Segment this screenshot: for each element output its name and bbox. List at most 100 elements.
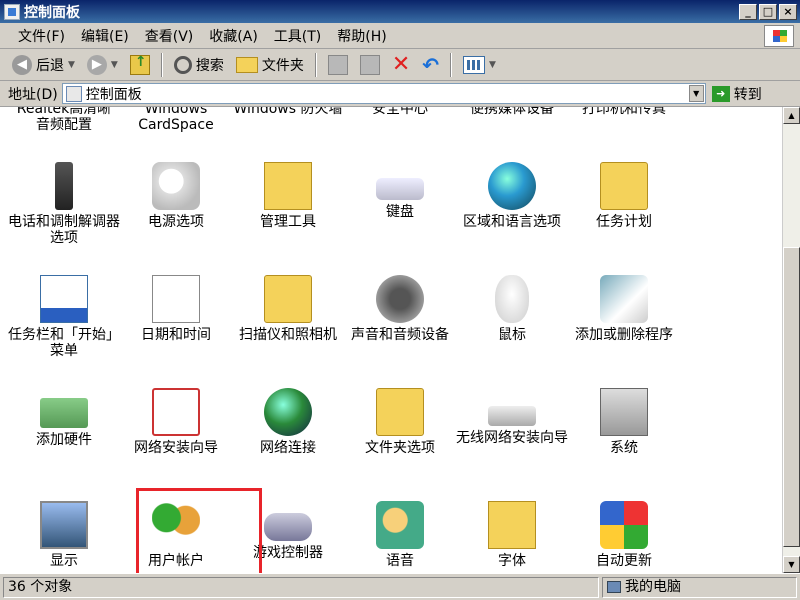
goto-button[interactable]: ➜ 转到 — [711, 84, 762, 104]
forward-dropdown-icon[interactable]: ▼ — [111, 60, 118, 70]
item-label: 无线网络安装向导 — [456, 430, 568, 446]
list-item-phone-modem[interactable]: 电话和调制解调器选项 — [8, 162, 120, 246]
add-remove-programs-icon — [600, 275, 648, 323]
list-item-security-center[interactable]: 安全中心 — [344, 107, 456, 117]
list-item-keyboard[interactable]: 键盘 — [344, 162, 456, 220]
delete-button[interactable]: ✕ — [388, 52, 414, 78]
item-label: 鼠标 — [498, 327, 526, 343]
network-wizard-icon — [152, 388, 200, 436]
back-label: 后退 — [36, 57, 64, 74]
item-label: 日期和时间 — [141, 327, 211, 343]
address-input[interactable]: 控制面板 ▼ — [61, 83, 706, 104]
globe-icon — [488, 162, 536, 210]
my-computer-icon — [607, 581, 621, 593]
list-item-fonts[interactable]: 字体 — [456, 501, 568, 569]
scanner-camera-icon — [264, 275, 312, 323]
status-location: 我的电脑 — [602, 576, 797, 598]
item-label: 声音和音频设备 — [351, 327, 449, 343]
vertical-scrollbar[interactable]: ▲ ▼ — [782, 107, 800, 573]
control-panel-icon — [65, 85, 82, 102]
list-item-printers[interactable]: 打印机和传真 — [568, 107, 680, 117]
mouse-icon — [495, 275, 529, 323]
list-item-realtek[interactable]: Realtek高清晰 音频配置 — [8, 107, 120, 133]
list-item-portable-media[interactable]: 便携媒体设备 — [456, 107, 568, 117]
admin-tools-icon — [264, 162, 312, 210]
move-to-icon — [327, 54, 348, 75]
scroll-thumb[interactable] — [783, 247, 800, 547]
list-item-folder-options[interactable]: 文件夹选项 — [344, 388, 456, 456]
status-location-label: 我的电脑 — [625, 578, 681, 595]
menu-edit[interactable]: 编辑(E) — [73, 26, 137, 46]
item-label: 网络连接 — [260, 440, 316, 456]
search-label: 搜索 — [195, 57, 224, 74]
scroll-down-icon[interactable]: ▼ — [783, 556, 800, 573]
folders-label: 文件夹 — [261, 57, 304, 74]
list-item-system[interactable]: 系统 — [568, 388, 680, 456]
list-item-firewall[interactable]: Windows 防火墙 — [232, 107, 344, 117]
forward-button[interactable]: ▶ ▼ — [83, 52, 122, 78]
item-label: 系统 — [610, 440, 638, 456]
speech-icon — [376, 501, 424, 549]
search-icon — [173, 55, 192, 74]
scheduled-tasks-icon — [600, 162, 648, 210]
undo-icon: ↶ — [422, 52, 440, 77]
item-label: 添加或删除程序 — [575, 327, 673, 343]
back-dropdown-icon[interactable]: ▼ — [68, 60, 75, 70]
toolbar-separator — [160, 52, 163, 77]
menu-file[interactable]: 文件(F) — [10, 26, 73, 46]
list-item-display[interactable]: 显示 — [8, 501, 120, 569]
item-label: 显示 — [50, 553, 78, 569]
list-item-speech[interactable]: 语音 — [344, 501, 456, 569]
list-item-sound[interactable]: 声音和音频设备 — [344, 275, 456, 343]
folders-button[interactable]: 文件夹 — [232, 52, 308, 78]
scroll-up-icon[interactable]: ▲ — [783, 107, 800, 124]
menu-bar: 文件(F) 编辑(E) 查看(V) 收藏(A) 工具(T) 帮助(H) — [0, 23, 800, 49]
item-label: 电源选项 — [148, 214, 204, 230]
item-label: 管理工具 — [260, 214, 316, 230]
highlight-box — [136, 488, 262, 573]
copy-to-button[interactable] — [356, 52, 384, 78]
list-item-scanner-camera[interactable]: 扫描仪和照相机 — [232, 275, 344, 343]
search-button[interactable]: 搜索 — [170, 52, 228, 78]
menu-favorites[interactable]: 收藏(A) — [201, 26, 266, 46]
object-count: 36 个对象 — [3, 576, 599, 598]
folder-icon — [235, 56, 258, 73]
item-label: 任务计划 — [596, 214, 652, 230]
undo-button[interactable]: ↶ — [418, 52, 443, 78]
folder-options-icon — [376, 388, 424, 436]
close-button[interactable]: × — [779, 3, 797, 20]
list-item-add-hardware[interactable]: 添加硬件 — [8, 388, 120, 448]
list-item-admin-tools[interactable]: 管理工具 — [232, 162, 344, 230]
list-item-network-wizard[interactable]: 网络安装向导 — [120, 388, 232, 456]
list-item-network-connections[interactable]: 网络连接 — [232, 388, 344, 456]
move-to-button[interactable] — [324, 52, 352, 78]
display-icon — [40, 501, 88, 549]
menu-help[interactable]: 帮助(H) — [329, 26, 394, 46]
item-label: 电话和调制解调器选项 — [8, 214, 120, 246]
item-label: 网络安装向导 — [134, 440, 218, 456]
list-item-taskbar[interactable]: 任务栏和「开始」菜单 — [8, 275, 120, 359]
up-folder-button[interactable] — [126, 52, 154, 78]
menu-tools[interactable]: 工具(T) — [266, 26, 329, 46]
list-item-power[interactable]: 电源选项 — [120, 162, 232, 230]
address-bar: 地址(D) 控制面板 ▼ ➜ 转到 — [0, 81, 800, 107]
list-item-automatic-updates[interactable]: 自动更新 — [568, 501, 680, 569]
list-item-mouse[interactable]: 鼠标 — [456, 275, 568, 343]
minimize-button[interactable]: _ — [739, 3, 757, 20]
copy-to-icon — [359, 54, 380, 75]
maximize-button[interactable]: □ — [759, 3, 777, 20]
item-label: 区域和语言选项 — [463, 214, 561, 230]
list-item-date-time[interactable]: 日期和时间 — [120, 275, 232, 343]
keyboard-icon — [376, 178, 424, 200]
views-button[interactable]: ▼ — [459, 52, 500, 78]
menu-view[interactable]: 查看(V) — [137, 26, 202, 46]
list-item-wireless-wizard[interactable]: 无线网络安装向导 — [456, 388, 568, 446]
back-button[interactable]: ◀ 后退 ▼ — [8, 52, 79, 78]
list-item-region-language[interactable]: 区域和语言选项 — [456, 162, 568, 230]
list-item-scheduled-tasks[interactable]: 任务计划 — [568, 162, 680, 230]
list-item-cardspace[interactable]: Windows CardSpace — [120, 107, 232, 133]
address-dropdown-icon[interactable]: ▼ — [688, 85, 704, 102]
list-item-add-remove[interactable]: 添加或删除程序 — [568, 275, 680, 343]
windows-update-icon — [600, 501, 648, 549]
item-label: 语音 — [386, 553, 414, 569]
